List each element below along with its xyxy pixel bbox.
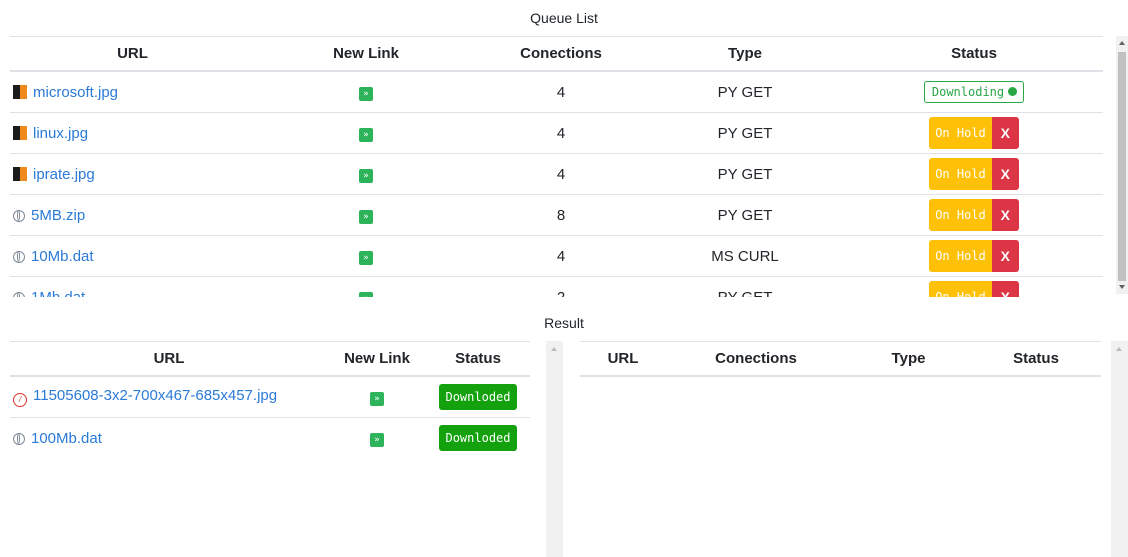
red-circle-icon: / <box>13 393 27 407</box>
type-value: PY GET <box>645 153 845 195</box>
file-link[interactable]: 10Mb.dat <box>31 248 94 265</box>
image-file-icon <box>13 84 27 99</box>
status-downloaded-badge: Downloded <box>439 384 517 410</box>
cancel-button[interactable]: X <box>991 240 1019 272</box>
globe-icon <box>13 209 25 222</box>
col-url: URL <box>10 36 255 72</box>
result-left-scrollbar[interactable] <box>546 341 563 557</box>
type-value: PY GET <box>645 71 845 113</box>
new-link-icon[interactable]: » <box>370 433 384 447</box>
status-on-hold: On Hold X <box>929 117 1019 149</box>
col-status: Status <box>971 341 1101 377</box>
file-link[interactable]: linux.jpg <box>33 125 88 142</box>
globe-icon <box>13 432 25 445</box>
col-new-link: New Link <box>255 36 477 72</box>
col-connections: Conections <box>666 341 846 377</box>
image-file-icon <box>13 166 27 181</box>
table-row: / 11505608-3x2-700x467-685x457.jpg » Down… <box>10 376 530 418</box>
new-link-icon[interactable]: » <box>359 87 373 101</box>
status-on-hold: On Hold X <box>929 199 1019 231</box>
col-type: Type <box>645 36 845 72</box>
table-row: 100Mb.dat » Downloded <box>10 418 530 459</box>
connections-value: 8 <box>477 194 645 236</box>
col-url: URL <box>10 341 328 377</box>
cancel-button[interactable]: X <box>991 158 1019 190</box>
connections-value: 4 <box>477 112 645 154</box>
file-link[interactable]: 100Mb.dat <box>31 430 102 447</box>
file-link[interactable]: 1Mb.dat <box>31 289 85 298</box>
table-row: iprate.jpg » 4 PY GET On Hold X <box>10 153 1103 195</box>
new-link-icon[interactable]: » <box>359 292 373 297</box>
type-value: PY GET <box>645 276 845 297</box>
status-downloaded-badge: Downloded <box>439 425 517 451</box>
result-right-header-row: URL Conections Type Status <box>580 341 1101 377</box>
col-url: URL <box>580 341 666 377</box>
on-hold-button[interactable]: On Hold <box>929 199 992 231</box>
connections-value: 4 <box>477 71 645 113</box>
result-right-scrollbar[interactable] <box>1111 341 1128 557</box>
result-left-header-row: URL New Link Status <box>10 341 530 377</box>
type-value: MS CURL <box>645 235 845 277</box>
cancel-button[interactable]: X <box>991 199 1019 231</box>
queue-table-viewport: URL New Link Conections Type Status micr… <box>10 36 1103 297</box>
queue-scrollbar-thumb[interactable] <box>1118 52 1126 281</box>
on-hold-button[interactable]: On Hold <box>929 158 992 190</box>
progress-dot-icon <box>1008 87 1018 96</box>
col-status: Status <box>426 341 530 377</box>
connections-value: 2 <box>477 276 645 297</box>
status-on-hold: On Hold X <box>929 240 1019 272</box>
file-link[interactable]: microsoft.jpg <box>33 84 118 101</box>
col-type: Type <box>846 341 971 377</box>
scroll-down-icon[interactable] <box>1119 285 1125 289</box>
connections-value: 4 <box>477 153 645 195</box>
col-status: Status <box>845 36 1103 72</box>
new-link-icon[interactable]: » <box>359 169 373 183</box>
new-link-icon[interactable]: » <box>370 392 384 406</box>
new-link-icon[interactable]: » <box>359 251 373 265</box>
type-value: PY GET <box>645 112 845 154</box>
result-downloaded-table: URL New Link Status / 11505608-3x2-700x46… <box>10 341 530 458</box>
scroll-up-icon[interactable] <box>1116 347 1122 351</box>
queue-list-title: Queue List <box>530 10 598 26</box>
status-downloading-badge[interactable]: Downloding <box>923 81 1025 103</box>
col-new-link: New Link <box>328 341 426 377</box>
queue-scrollbar[interactable] <box>1116 36 1128 294</box>
globe-icon <box>13 250 25 263</box>
on-hold-button[interactable]: On Hold <box>929 281 992 297</box>
table-row: microsoft.jpg » 4 PY GET Downloding <box>10 71 1103 113</box>
result-active-table: URL Conections Type Status <box>580 341 1101 377</box>
connections-value: 4 <box>477 235 645 277</box>
file-link[interactable]: 5MB.zip <box>31 207 85 224</box>
new-link-icon[interactable]: » <box>359 210 373 224</box>
globe-icon <box>13 291 25 297</box>
table-row: 5MB.zip » 8 PY GET On Hold X <box>10 194 1103 236</box>
on-hold-button[interactable]: On Hold <box>929 117 992 149</box>
status-on-hold: On Hold X <box>929 158 1019 190</box>
file-link[interactable]: iprate.jpg <box>33 166 95 183</box>
type-value: PY GET <box>645 194 845 236</box>
on-hold-button[interactable]: On Hold <box>929 240 992 272</box>
new-link-icon[interactable]: » <box>359 128 373 142</box>
cancel-button[interactable]: X <box>991 281 1019 297</box>
queue-table: URL New Link Conections Type Status micr… <box>10 36 1103 297</box>
table-row: 10Mb.dat » 4 MS CURL On Hold X <box>10 235 1103 277</box>
col-connections: Conections <box>477 36 645 72</box>
result-title: Result <box>544 315 584 331</box>
cancel-button[interactable]: X <box>991 117 1019 149</box>
queue-header-row: URL New Link Conections Type Status <box>10 36 1103 72</box>
image-file-icon <box>13 125 27 140</box>
scroll-up-icon[interactable] <box>1119 41 1125 45</box>
scroll-up-icon[interactable] <box>551 347 557 351</box>
file-link[interactable]: 11505608-3x2-700x467-685x457.jpg <box>33 387 277 404</box>
table-row: linux.jpg » 4 PY GET On Hold X <box>10 112 1103 154</box>
status-on-hold: On Hold X <box>929 281 1019 297</box>
table-row: 1Mb.dat » 2 PY GET On HoldX <box>10 276 1103 298</box>
status-label: Downloding <box>931 85 1005 99</box>
